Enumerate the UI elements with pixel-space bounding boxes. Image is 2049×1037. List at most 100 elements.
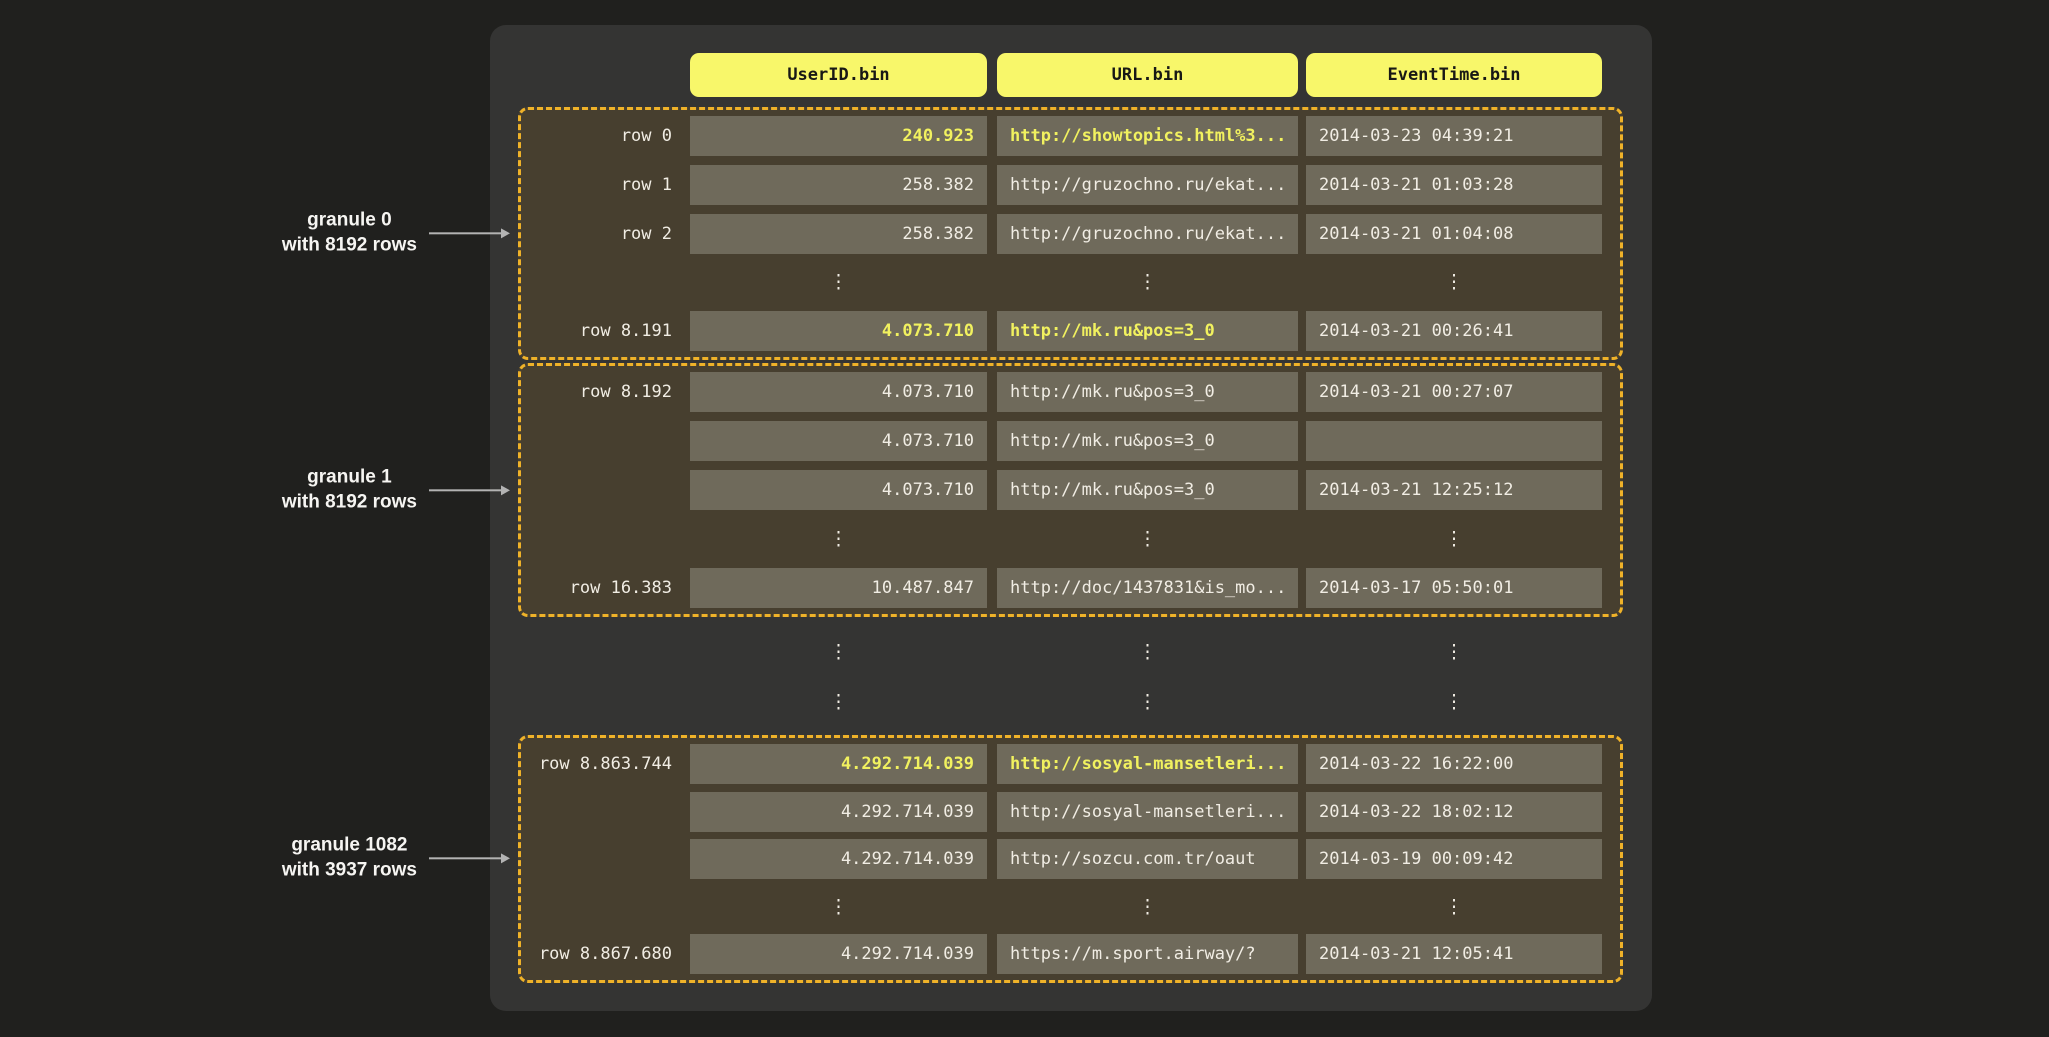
header-pill-url-bin: URL.bin: [997, 53, 1298, 97]
table-row: 4.073.710 http://mk.ru&pos=3_0: [521, 421, 1620, 461]
table-row: row 1 258.382 http://gruzochno.ru/ekat..…: [521, 165, 1620, 205]
cell-userid: 4.292.714.039: [690, 792, 987, 832]
table-row: row 8.192 4.073.710 http://mk.ru&pos=3_0…: [521, 372, 1620, 412]
cell-eventtime: [1306, 421, 1602, 461]
cell-url: http://doc/1437831&is_mo...: [997, 568, 1298, 608]
cell-eventtime: 2014-03-21 01:03:28: [1306, 165, 1602, 205]
vertical-ellipsis-icon: ⋮: [1306, 262, 1602, 302]
cell-url: http://sozcu.com.tr/oaut: [997, 839, 1298, 879]
granule-label-line1: granule 1: [282, 465, 417, 490]
column-headers: UserID.bin URL.bin EventTime.bin: [490, 53, 1602, 97]
table-row: 4.292.714.039 http://sosyal-mansetleri..…: [521, 792, 1620, 832]
cell-eventtime: 2014-03-23 04:39:21: [1306, 116, 1602, 156]
table-row: 4.073.710 http://mk.ru&pos=3_0 2014-03-2…: [521, 470, 1620, 510]
cell-eventtime: 2014-03-21 12:25:12: [1306, 470, 1602, 510]
cell-userid: 4.073.710: [690, 311, 987, 351]
table-row: row 16.383 10.487.847 http://doc/1437831…: [521, 568, 1620, 608]
cell-userid: 4.292.714.039: [690, 744, 987, 784]
ellipsis-row: ⋮ ⋮ ⋮: [521, 519, 1620, 559]
cell-url: https://m.sport.airway/?: [997, 934, 1298, 974]
cell-userid: 258.382: [690, 165, 987, 205]
vertical-ellipsis-icon: ⋮: [997, 519, 1298, 559]
arrow-right-icon: [429, 485, 510, 495]
cell-url: http://showtopics.html%3...: [997, 116, 1298, 156]
cell-url: http://sosyal-mansetleri...: [997, 792, 1298, 832]
cell-url: http://gruzochno.ru/ekat...: [997, 165, 1298, 205]
cell-userid: 4.292.714.039: [690, 934, 987, 974]
vertical-ellipsis-icon: ⋮: [1306, 682, 1602, 722]
vertical-ellipsis-icon: ⋮: [997, 262, 1298, 302]
row-label: row 1: [521, 175, 690, 195]
row-label: row 16.383: [521, 578, 690, 598]
cell-userid: 4.292.714.039: [690, 839, 987, 879]
granule-0-label: granule 0 with 8192 rows: [282, 208, 510, 257]
granule-1-label: granule 1 with 8192 rows: [282, 465, 510, 514]
granule-label-text: granule 0 with 8192 rows: [282, 208, 417, 257]
vertical-ellipsis-icon: ⋮: [690, 887, 987, 927]
vertical-ellipsis-icon: ⋮: [1306, 887, 1602, 927]
table-row: 4.292.714.039 http://sozcu.com.tr/oaut 2…: [521, 839, 1620, 879]
row-label: row 8.191: [521, 321, 690, 341]
row-label: row 8.867.680: [521, 944, 690, 964]
ellipsis-row: ⋮ ⋮ ⋮: [521, 262, 1620, 302]
arrow-line: [429, 232, 501, 234]
granule-label-line2: with 3937 rows: [282, 858, 417, 883]
vertical-ellipsis-icon: ⋮: [690, 262, 987, 302]
granule-label-text: granule 1 with 8192 rows: [282, 465, 417, 514]
arrow-head: [501, 853, 510, 863]
cell-userid: 10.487.847: [690, 568, 987, 608]
vertical-ellipsis-icon: ⋮: [690, 682, 987, 722]
cell-eventtime: 2014-03-19 00:09:42: [1306, 839, 1602, 879]
cell-url: http://mk.ru&pos=3_0: [997, 311, 1298, 351]
cell-eventtime: 2014-03-17 05:50:01: [1306, 568, 1602, 608]
arrow-right-icon: [429, 853, 510, 863]
table-row: row 2 258.382 http://gruzochno.ru/ekat..…: [521, 214, 1620, 254]
vertical-ellipsis-icon: ⋮: [1306, 519, 1602, 559]
arrow-head: [501, 228, 510, 238]
ellipsis-row: ⋮ ⋮ ⋮: [521, 887, 1620, 927]
granule-1082-label: granule 1082 with 3937 rows: [282, 833, 510, 882]
row-label: row 0: [521, 126, 690, 146]
table-row: row 0 240.923 http://showtopics.html%3..…: [521, 116, 1620, 156]
arrow-head: [501, 485, 510, 495]
header-pill-userid-bin: UserID.bin: [690, 53, 987, 97]
cell-eventtime: 2014-03-21 00:27:07: [1306, 372, 1602, 412]
arrow-line: [429, 857, 501, 859]
granule-label-text: granule 1082 with 3937 rows: [282, 833, 417, 882]
table-row: row 8.191 4.073.710 http://mk.ru&pos=3_0…: [521, 311, 1620, 351]
arrow-line: [429, 489, 501, 491]
cell-url: http://gruzochno.ru/ekat...: [997, 214, 1298, 254]
cell-userid: 4.073.710: [690, 421, 987, 461]
granule-1-box: row 8.192 4.073.710 http://mk.ru&pos=3_0…: [518, 363, 1623, 617]
granule-label-line2: with 8192 rows: [282, 233, 417, 258]
vertical-ellipsis-icon: ⋮: [997, 682, 1298, 722]
cell-eventtime: 2014-03-21 00:26:41: [1306, 311, 1602, 351]
granule-1082-box: row 8.863.744 4.292.714.039 http://sosya…: [518, 735, 1623, 983]
cell-url: http://mk.ru&pos=3_0: [997, 421, 1298, 461]
ellipsis-row: ⋮ ⋮ ⋮: [490, 632, 1602, 672]
vertical-ellipsis-icon: ⋮: [997, 887, 1298, 927]
column-files-panel: UserID.bin URL.bin EventTime.bin row 0 2…: [490, 25, 1652, 1011]
row-label: row 8.863.744: [521, 754, 690, 774]
cell-userid: 258.382: [690, 214, 987, 254]
cell-url: http://mk.ru&pos=3_0: [997, 372, 1298, 412]
cell-url: http://mk.ru&pos=3_0: [997, 470, 1298, 510]
vertical-ellipsis-icon: ⋮: [1306, 632, 1602, 672]
granule-label-line2: with 8192 rows: [282, 490, 417, 515]
row-label: row 8.192: [521, 382, 690, 402]
granule-label-line1: granule 1082: [282, 833, 417, 858]
granule-label-line1: granule 0: [282, 208, 417, 233]
vertical-ellipsis-icon: ⋮: [690, 519, 987, 559]
cell-userid: 4.073.710: [690, 470, 987, 510]
cell-url: http://sosyal-mansetleri...: [997, 744, 1298, 784]
table-row: row 8.863.744 4.292.714.039 http://sosya…: [521, 744, 1620, 784]
vertical-ellipsis-icon: ⋮: [690, 632, 987, 672]
row-label: row 2: [521, 224, 690, 244]
cell-eventtime: 2014-03-21 12:05:41: [1306, 934, 1602, 974]
cell-userid: 240.923: [690, 116, 987, 156]
cell-eventtime: 2014-03-22 16:22:00: [1306, 744, 1602, 784]
header-pill-eventtime-bin: EventTime.bin: [1306, 53, 1602, 97]
cell-eventtime: 2014-03-22 18:02:12: [1306, 792, 1602, 832]
granule-0-box: row 0 240.923 http://showtopics.html%3..…: [518, 107, 1623, 360]
cell-userid: 4.073.710: [690, 372, 987, 412]
